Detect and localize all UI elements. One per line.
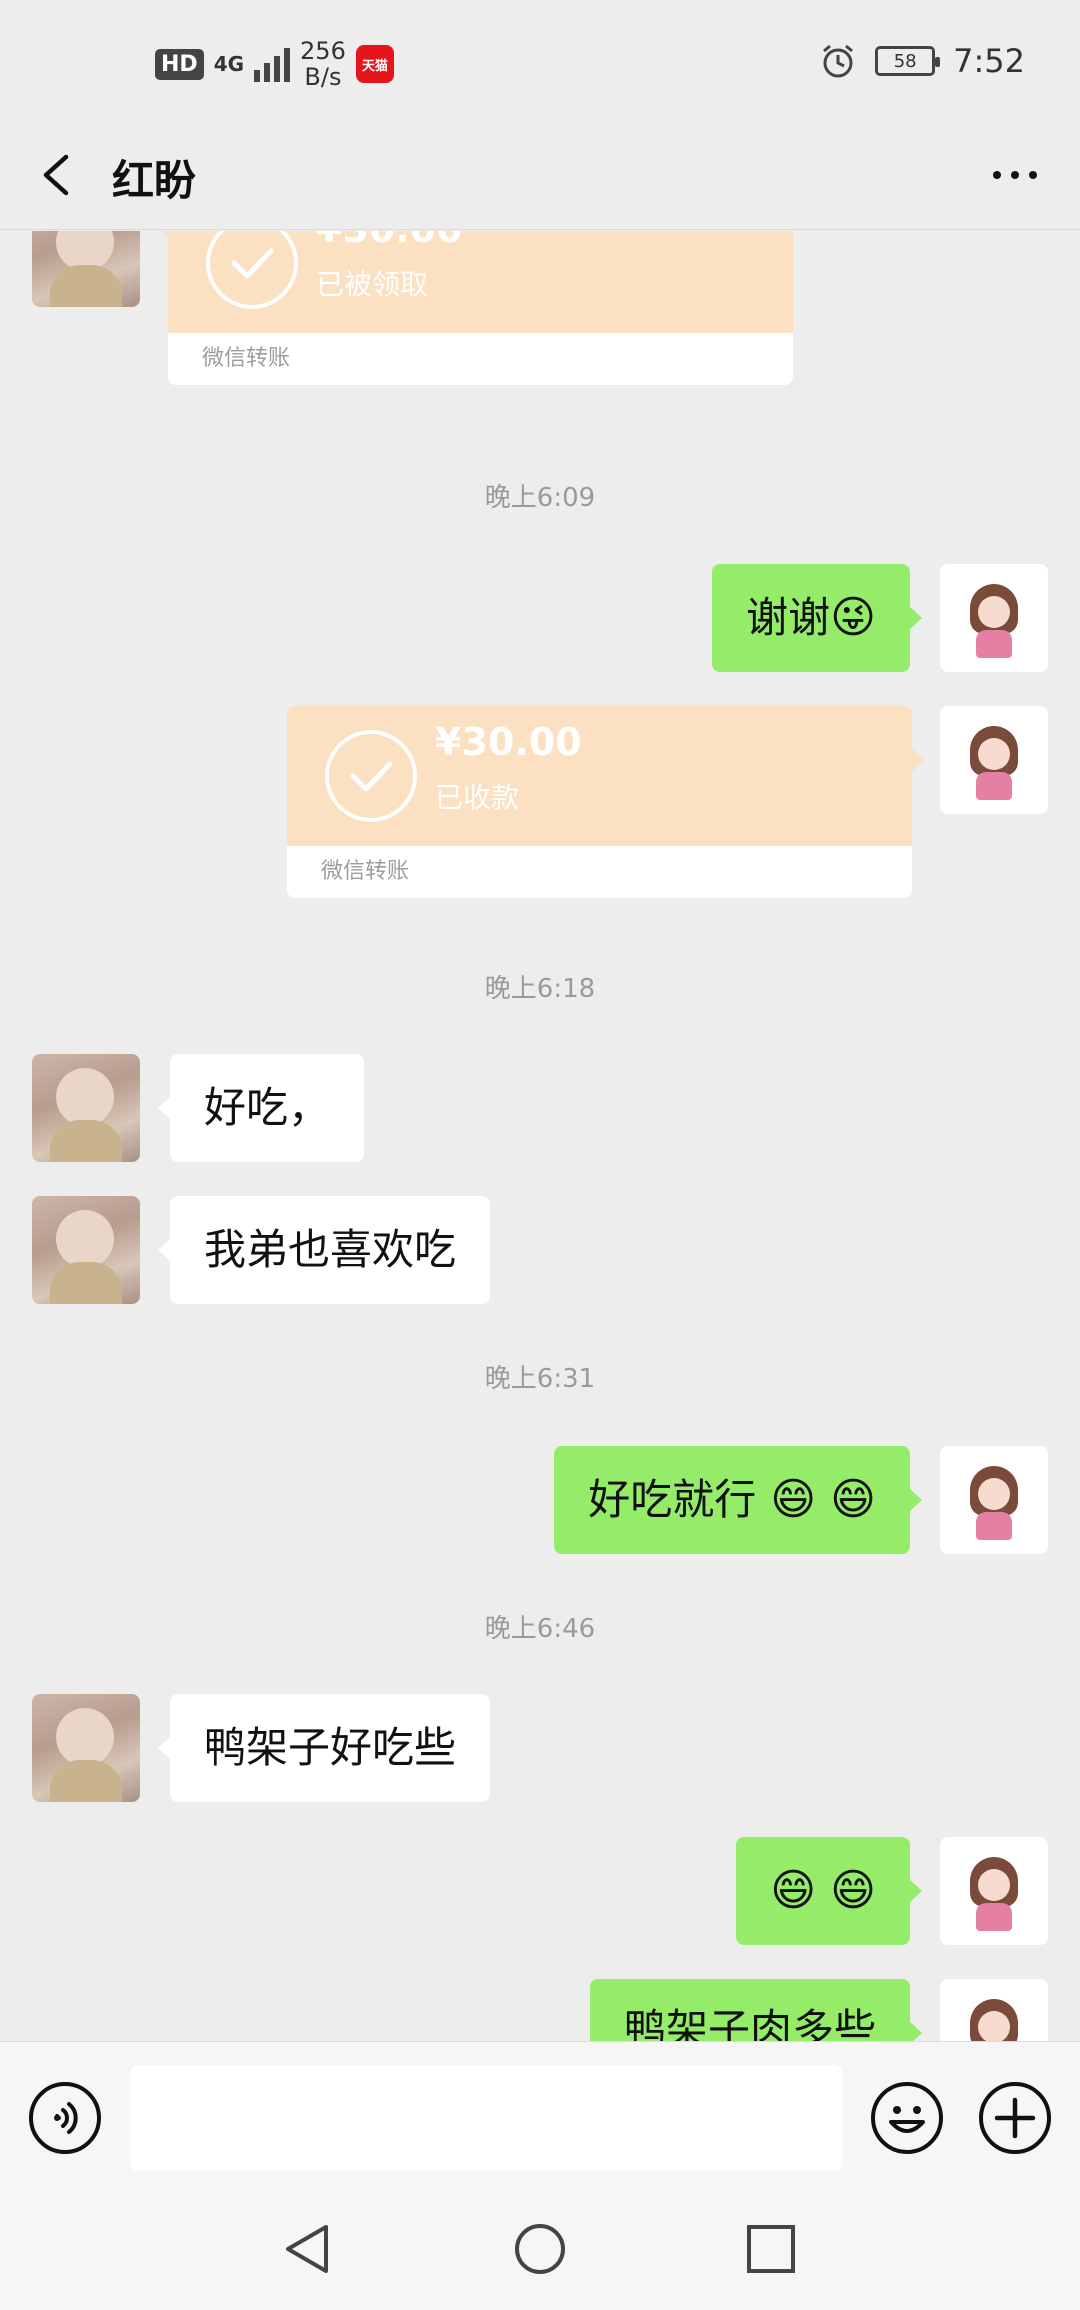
message-text: 鸭架子肉多些 — [623, 2005, 876, 2041]
more-button[interactable] — [980, 145, 1050, 205]
plus-icon — [994, 2097, 1036, 2139]
back-button[interactable] — [30, 145, 90, 205]
message-list[interactable]: ¥30.00 已被领取 微信转账 晚上6:09 谢谢 😜 ¥30.00 已收款 … — [0, 231, 1080, 2041]
timestamp: 晚上6:31 — [484, 1364, 596, 1394]
more-actions-button[interactable] — [979, 2082, 1051, 2154]
nav-recents-icon[interactable] — [743, 2221, 799, 2277]
status-right: 58 7:52 — [819, 42, 1025, 80]
contact-avatar[interactable] — [32, 1694, 140, 1802]
transfer-card-sent[interactable]: ¥30.00 已收款 微信转账 — [287, 706, 924, 898]
timestamp: 晚上6:18 — [484, 974, 596, 1004]
message-text: 好吃， — [204, 1083, 331, 1132]
input-bar — [0, 2041, 1080, 2181]
speed-value: 256 — [300, 37, 346, 65]
emoji-icon — [889, 2106, 925, 2133]
message-input[interactable] — [130, 2065, 842, 2171]
my-avatar[interactable] — [940, 564, 1048, 672]
transfer-card-received[interactable]: ¥30.00 已被领取 微信转账 — [156, 231, 793, 385]
transfer-footer: 微信转账 — [287, 846, 912, 898]
my-avatar[interactable] — [940, 1837, 1048, 1945]
contact-avatar[interactable] — [32, 231, 140, 307]
back-arrow-icon — [43, 154, 69, 196]
grin-emoji-icon: 😄 😄 — [770, 1865, 876, 1916]
chat-header: 红盼 — [0, 125, 1080, 230]
message-text: 好吃就行 — [588, 1475, 757, 1524]
hd-badge: HD — [155, 48, 204, 80]
system-nav-bar — [0, 2181, 1080, 2310]
timestamp: 晚上6:46 — [484, 1614, 596, 1644]
transfer-card-body: ¥30.00 已收款 — [287, 706, 912, 846]
battery-level: 58 — [893, 50, 917, 72]
transfer-status: 已被领取 — [316, 268, 429, 301]
my-avatar[interactable] — [940, 1979, 1048, 2041]
contact-avatar[interactable] — [32, 1196, 140, 1304]
transfer-footer: 微信转账 — [168, 333, 793, 385]
message-text: 谢谢 — [746, 593, 831, 642]
emoji-button[interactable] — [871, 2082, 943, 2154]
status-bar: HD 4G 256 B/s 天猫 58 7:52 — [0, 0, 1080, 125]
battery-icon: 58 — [875, 46, 941, 76]
check-circle-icon — [325, 730, 417, 822]
alarm-icon — [823, 44, 854, 78]
signal-icon — [254, 46, 291, 82]
message-bubble-other[interactable]: 鸭架子好吃些 — [157, 1694, 491, 1802]
voice-icon — [54, 2102, 78, 2134]
transfer-status: 已收款 — [435, 781, 520, 814]
message-bubble-self[interactable]: 鸭架子肉多些 — [589, 1979, 923, 2041]
speed-unit: B/s — [304, 63, 342, 91]
message-bubble-self[interactable]: 好吃就行 😄 😄 — [554, 1446, 922, 1554]
wink-tongue-emoji-icon: 😜 — [830, 592, 876, 643]
network-type: 4G — [213, 52, 245, 76]
contact-avatar[interactable] — [32, 1054, 140, 1162]
voice-button[interactable] — [29, 2082, 101, 2154]
clock: 7:52 — [953, 42, 1025, 80]
message-text: 我弟也喜欢吃 — [204, 1225, 457, 1274]
tmall-notification-icon: 天猫 — [355, 45, 394, 83]
network-speed: 256 B/s — [300, 38, 346, 90]
message-text: 鸭架子好吃些 — [204, 1723, 457, 1772]
check-circle-icon — [206, 231, 298, 309]
transfer-amount: ¥30.00 — [316, 231, 463, 251]
grin-emoji-icon: 😄 😄 — [770, 1474, 876, 1525]
transfer-amount: ¥30.00 — [435, 720, 582, 764]
nav-back-icon[interactable] — [280, 2221, 336, 2277]
message-bubble-other[interactable]: 我弟也喜欢吃 — [157, 1196, 491, 1304]
chat-title: 红盼 — [112, 156, 197, 205]
my-avatar[interactable] — [940, 706, 1048, 814]
timestamp: 晚上6:09 — [484, 483, 596, 513]
message-bubble-self[interactable]: 谢谢 😜 — [712, 564, 922, 672]
nav-home-icon[interactable] — [512, 2221, 568, 2277]
more-dot — [1029, 171, 1037, 179]
more-dot — [1011, 171, 1019, 179]
transfer-card-body: ¥30.00 已被领取 — [168, 231, 793, 333]
status-left: HD 4G 256 B/s 天猫 — [155, 38, 394, 90]
message-bubble-other[interactable]: 好吃， — [157, 1054, 365, 1162]
more-dot — [993, 171, 1001, 179]
message-bubble-self[interactable]: 😄 😄 — [736, 1837, 922, 1945]
my-avatar[interactable] — [940, 1446, 1048, 1554]
